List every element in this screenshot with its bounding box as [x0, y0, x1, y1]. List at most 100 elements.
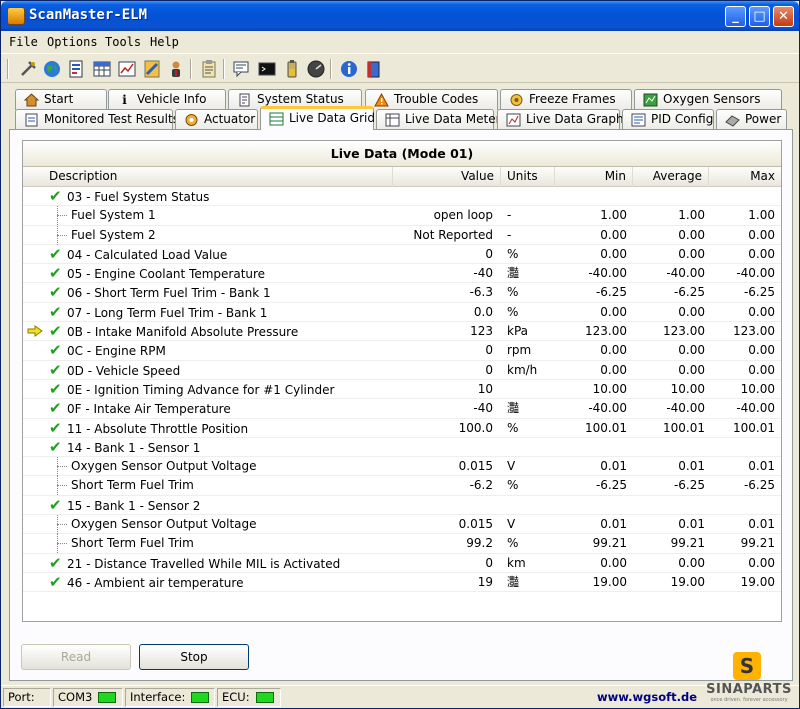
cell-units: rpm: [507, 343, 532, 358]
close-button[interactable]: ✕: [773, 6, 794, 27]
maximize-button[interactable]: □: [749, 6, 770, 27]
cell-value: Not Reported: [413, 227, 493, 242]
header-min[interactable]: Min: [555, 167, 633, 187]
cell-value: -40: [473, 401, 493, 416]
menu-tools[interactable]: Tools: [105, 35, 141, 49]
header-units[interactable]: Units: [501, 167, 555, 187]
title-bar[interactable]: ScanMaster-ELM _ □ ✕: [1, 1, 799, 31]
table-row[interactable]: ✔ 05 - Engine Coolant Temperature -40 灩 -40.…: [23, 264, 781, 284]
website-link[interactable]: www.wgsoft.de: [597, 690, 697, 704]
tab-oxygen-sensors[interactable]: Oxygen Sensors: [634, 89, 782, 110]
cell-max: 0.00: [748, 343, 775, 358]
table-row[interactable]: ✔ 0E - Ignition Timing Advance for #1 Cyl…: [23, 380, 781, 400]
vehicle-icon[interactable]: [142, 59, 162, 79]
table-row[interactable]: ✔ 0B - Intake Manifold Absolute Pressure 1…: [23, 322, 781, 342]
cell-value: 100.0: [458, 420, 493, 435]
gauge-icon[interactable]: [306, 59, 326, 79]
minimize-button[interactable]: _: [725, 6, 746, 27]
grid-icon[interactable]: [92, 59, 112, 79]
table-row[interactable]: ✔ 11 - Absolute Throttle Position 100.0% 10…: [23, 419, 781, 438]
tree-connector: [57, 524, 67, 526]
cell-max: 0.00: [748, 362, 775, 377]
table-row[interactable]: ✔ 03 - Fuel System Status: [23, 187, 781, 207]
tab-power[interactable]: Power: [716, 109, 787, 130]
cell-description: ✔ 0B - Intake Manifold Absolute Pressure: [23, 322, 393, 341]
cell-max: -40.00: [736, 401, 775, 416]
tab-live-data-grid[interactable]: Live Data Grid: [260, 106, 375, 130]
tab-pid-config[interactable]: PID Config: [622, 109, 714, 130]
cell-max: -6.25: [743, 285, 775, 300]
table-row[interactable]: ✔ 14 - Bank 1 - Sensor 1: [23, 438, 781, 458]
globe-icon[interactable]: [42, 59, 62, 79]
power-icon: [725, 113, 740, 127]
table-row-child[interactable]: Oxygen Sensor Output Voltage 0.015 V 0.01 0.…: [23, 515, 781, 535]
tab-trouble-codes[interactable]: Trouble Codes: [365, 89, 498, 110]
tab-start[interactable]: Start: [15, 89, 107, 110]
table-row[interactable]: ✔ 04 - Calculated Load Value 0% 0.00 0.00 0.0…: [23, 244, 781, 265]
cell-value: open loop: [433, 208, 493, 223]
cell-min: -40.00: [588, 266, 627, 281]
table-row-child[interactable]: Short Term Fuel Trim 99.2% 99.21 99.21 99.21: [23, 534, 781, 554]
live-data-table[interactable]: Live Data (Mode 01) Description Value Un…: [22, 140, 782, 622]
cell-units: kPa: [507, 324, 528, 339]
table-row[interactable]: ✔ 0D - Vehicle Speed 0 km/h 0.00 0.00 0.00: [23, 361, 781, 380]
table-row[interactable]: ✔ 0F - Intake Air Temperature -40 灩 -40.00 -4…: [23, 399, 781, 419]
menu-options[interactable]: Options: [47, 35, 98, 49]
menu-file[interactable]: File: [9, 35, 38, 49]
info-icon[interactable]: [339, 59, 359, 79]
cell-max: 0.01: [748, 517, 775, 532]
cell-units: [507, 187, 555, 206]
table-row[interactable]: ✔ 0C - Engine RPM 0 rpm 0.00 0.00 0.00: [23, 341, 781, 361]
cell-min: 1.00: [600, 208, 627, 223]
connect-icon[interactable]: [18, 59, 38, 79]
report-icon[interactable]: [66, 59, 86, 79]
window-title: ScanMaster-ELM: [29, 7, 148, 23]
tab-monitored-test-results[interactable]: Monitored Test Results: [15, 109, 179, 130]
port-status: COM3: [53, 688, 123, 707]
tab-vehicle-info[interactable]: i Vehicle Info: [108, 89, 226, 110]
check-icon: ✔: [49, 244, 62, 263]
cell-min: 100.01: [585, 420, 627, 435]
table-row-child[interactable]: Fuel System 2 Not Reported - 0.00 0.00 0.00: [23, 225, 781, 245]
tab-freeze-frames[interactable]: Freeze Frames: [500, 89, 632, 110]
meter-icon: [385, 113, 400, 127]
book-icon[interactable]: [364, 59, 384, 79]
cell-max: 10.00: [740, 381, 775, 396]
tab-actuator[interactable]: Actuator: [175, 109, 258, 130]
check-icon: ✔: [49, 341, 62, 360]
chart-icon[interactable]: [117, 59, 137, 79]
read-button[interactable]: Read: [21, 644, 131, 670]
header-max[interactable]: Max: [709, 167, 781, 187]
battery-icon[interactable]: [282, 59, 302, 79]
header-average[interactable]: Average: [633, 167, 709, 187]
table-row-child[interactable]: Short Term Fuel Trim -6.2% -6.25 -6.25 -6.25: [23, 476, 781, 496]
table-row-child[interactable]: Fuel System 1 open loop - 1.00 1.00 1.00: [23, 206, 781, 226]
table-row[interactable]: ✔ 46 - Ambient air temperature 19 灩 19.00 19.…: [23, 573, 781, 593]
menu-help[interactable]: Help: [150, 35, 179, 49]
cell-min: 0.00: [600, 555, 627, 570]
header-value[interactable]: Value: [393, 167, 501, 187]
description-text: 0C - Engine RPM: [67, 344, 166, 359]
header-description[interactable]: Description: [43, 167, 393, 187]
actuator-icon: [184, 113, 199, 127]
cell-max: 0.01: [748, 459, 775, 474]
cell-average: -40.00: [666, 401, 705, 416]
cell-units: [507, 380, 555, 399]
person-icon[interactable]: [166, 59, 186, 79]
clipboard-icon[interactable]: [199, 59, 219, 79]
description-text: 46 - Ambient air temperature: [67, 575, 244, 590]
terminal-icon[interactable]: [257, 59, 277, 79]
stop-button[interactable]: Stop: [139, 644, 249, 670]
cell-value: 19: [477, 574, 493, 589]
cell-average: 0.01: [678, 517, 705, 532]
tree-connector: [57, 234, 67, 236]
comment-icon[interactable]: [232, 59, 252, 79]
table-row-child[interactable]: Oxygen Sensor Output Voltage 0.015 V 0.01 0.…: [23, 457, 781, 477]
table-row[interactable]: ✔ 15 - Bank 1 - Sensor 2: [23, 496, 781, 516]
tab-live-data-meter[interactable]: Live Data Meter: [376, 109, 501, 130]
tab-live-data-graph[interactable]: Live Data Graph: [497, 109, 624, 130]
table-row[interactable]: ✔ 21 - Distance Travelled While MIL is Ac…: [23, 554, 781, 573]
table-row[interactable]: ✔ 06 - Short Term Fuel Trim - Bank 1 -6.3%…: [23, 283, 781, 303]
tab-label: Live Data Grid: [289, 111, 375, 125]
table-row[interactable]: ✔ 07 - Long Term Fuel Trim - Bank 1 0.0% 0.…: [23, 303, 781, 323]
